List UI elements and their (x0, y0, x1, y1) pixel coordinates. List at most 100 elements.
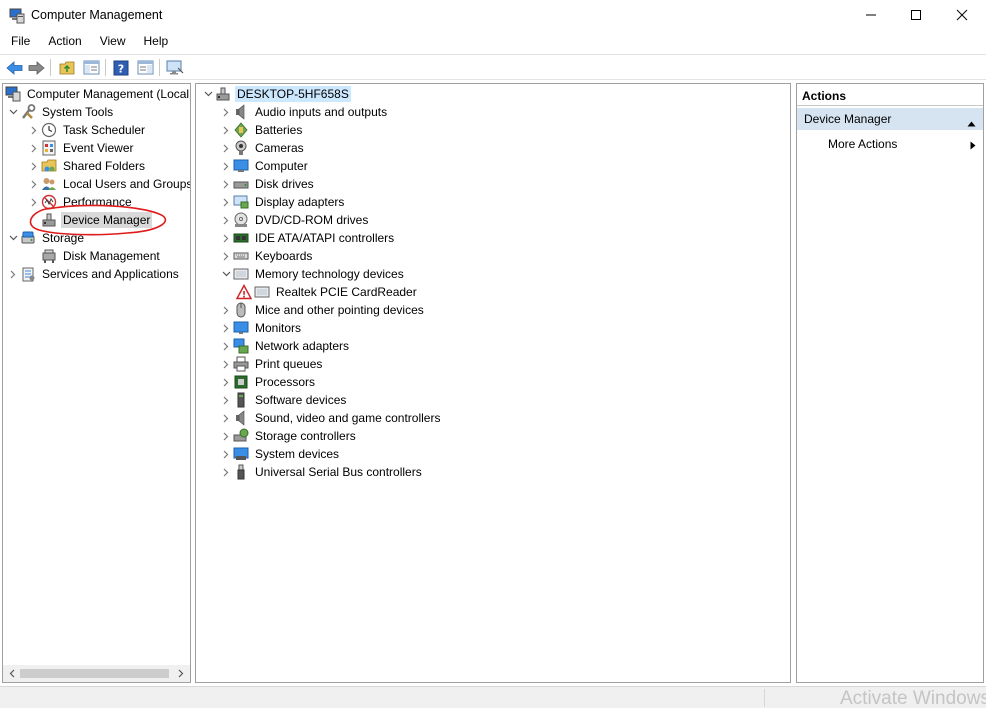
chevron-down-icon[interactable] (6, 229, 20, 247)
chevron-down-icon[interactable] (201, 85, 215, 103)
tree-item-services-and-applications[interactable]: Services and Applications (6, 265, 181, 283)
chevron-right-icon[interactable] (219, 445, 233, 463)
monitor-icon (233, 320, 249, 336)
horizontal-scrollbar[interactable] (3, 665, 190, 682)
storage-controller-icon (233, 428, 249, 444)
tree-item-disk-management[interactable]: Disk Management (27, 247, 162, 265)
collapse-up-icon[interactable] (967, 116, 976, 130)
memory-device-icon (254, 284, 270, 300)
chevron-right-icon[interactable] (6, 265, 20, 283)
device-category[interactable]: Keyboards (219, 247, 314, 265)
device-tree-pane[interactable]: DESKTOP-5HF658S Audio inputs and outputs… (195, 83, 791, 683)
chevron-right-icon[interactable] (219, 337, 233, 355)
chevron-right-icon[interactable] (219, 121, 233, 139)
device-category[interactable]: Display adapters (219, 193, 346, 211)
chevron-right-icon[interactable] (219, 175, 233, 193)
more-actions-item[interactable]: More Actions (828, 137, 897, 151)
device-category[interactable]: DVD/CD-ROM drives (219, 211, 370, 229)
device-category[interactable]: Mice and other pointing devices (219, 301, 426, 319)
back-arrow-icon[interactable] (4, 58, 24, 77)
chevron-down-icon[interactable] (6, 103, 20, 121)
chevron-right-icon[interactable] (219, 193, 233, 211)
menu-action[interactable]: Action (37, 32, 88, 52)
device-realtek-cardreader[interactable]: ! Realtek PCIE CardReader (236, 283, 419, 301)
chevron-right-icon[interactable] (219, 157, 233, 175)
chevron-right-icon[interactable] (219, 409, 233, 427)
chevron-down-icon[interactable] (219, 265, 233, 283)
forward-arrow-icon[interactable] (26, 58, 46, 77)
help-icon[interactable]: ? (111, 58, 131, 77)
device-category[interactable]: Cameras (219, 139, 306, 157)
menu-file[interactable]: File (0, 32, 37, 52)
chevron-right-icon[interactable] (219, 211, 233, 229)
tree-item-system-tools[interactable]: System Tools (6, 103, 115, 121)
tree-item-device-manager[interactable]: Device Manager (27, 211, 153, 229)
chevron-right-icon[interactable] (27, 175, 41, 193)
show-hide-tree-icon[interactable] (81, 58, 101, 77)
chevron-right-icon[interactable] (219, 247, 233, 265)
console-tree-pane[interactable]: Computer Management (Local System Tools … (2, 83, 191, 683)
device-category[interactable]: Disk drives (219, 175, 316, 193)
minimize-button[interactable] (848, 0, 894, 30)
chevron-right-icon[interactable] (219, 373, 233, 391)
chevron-right-icon[interactable] (219, 355, 233, 373)
scrollbar-thumb[interactable] (20, 669, 169, 678)
display-adapter-icon (233, 194, 249, 210)
tree-item-task-scheduler[interactable]: Task Scheduler (27, 121, 147, 139)
maximize-button[interactable] (893, 0, 939, 30)
device-category[interactable]: Processors (219, 373, 317, 391)
svg-text:!: ! (242, 291, 246, 301)
tree-item-shared-folders[interactable]: Shared Folders (27, 157, 147, 175)
chevron-right-icon[interactable] (219, 391, 233, 409)
monitor-icon[interactable] (165, 58, 185, 77)
tree-item-performance[interactable]: Performance (27, 193, 134, 211)
chevron-right-icon[interactable] (219, 229, 233, 247)
device-category[interactable]: Computer (219, 157, 310, 175)
chevron-right-icon[interactable] (27, 121, 41, 139)
chevron-right-icon[interactable] (27, 193, 41, 211)
sound-controller-icon (233, 410, 249, 426)
chevron-right-icon[interactable] (27, 157, 41, 175)
tree-item-storage[interactable]: Storage (6, 229, 86, 247)
shared-folder-icon (41, 158, 57, 174)
up-folder-icon[interactable] (57, 58, 77, 77)
device-category[interactable]: Monitors (219, 319, 303, 337)
tree-item-computer-management[interactable]: Computer Management (Local (5, 85, 190, 103)
show-hide-action-pane-icon[interactable] (135, 58, 155, 77)
chevron-right-icon[interactable] (27, 139, 41, 157)
disk-drive-icon (233, 176, 249, 192)
device-category[interactable]: Audio inputs and outputs (219, 103, 389, 121)
svg-text:?: ? (118, 62, 124, 75)
chevron-right-icon[interactable] (219, 427, 233, 445)
processor-icon (233, 374, 249, 390)
computer-management-icon (5, 86, 21, 102)
tree-item-event-viewer[interactable]: Event Viewer (27, 139, 135, 157)
menu-view[interactable]: View (89, 32, 133, 52)
device-category[interactable]: Sound, video and game controllers (219, 409, 442, 427)
scroll-left-icon[interactable] (6, 668, 18, 679)
device-category[interactable]: IDE ATA/ATAPI controllers (219, 229, 396, 247)
toolbar: ? (0, 54, 986, 80)
chevron-right-icon[interactable] (219, 103, 233, 121)
menu-help[interactable]: Help (133, 32, 176, 52)
chevron-right-icon[interactable] (219, 301, 233, 319)
scroll-right-icon[interactable] (175, 668, 187, 679)
performance-icon (41, 194, 57, 210)
chevron-right-icon[interactable] (219, 319, 233, 337)
device-category[interactable]: Storage controllers (219, 427, 358, 445)
device-category[interactable]: Print queues (219, 355, 324, 373)
submenu-arrow-icon[interactable] (970, 139, 976, 153)
device-category-expanded[interactable]: Memory technology devices (219, 265, 406, 283)
chevron-right-icon[interactable] (219, 463, 233, 481)
device-category[interactable]: Batteries (219, 121, 304, 139)
device-category[interactable]: Universal Serial Bus controllers (219, 463, 424, 481)
chevron-right-icon[interactable] (219, 139, 233, 157)
tree-item-local-users-and-groups[interactable]: Local Users and Groups (27, 175, 190, 193)
actions-section-device-manager[interactable]: Device Manager (797, 108, 983, 130)
close-button[interactable] (939, 0, 985, 30)
device-category[interactable]: Software devices (219, 391, 348, 409)
device-category[interactable]: System devices (219, 445, 341, 463)
device-category[interactable]: Network adapters (219, 337, 351, 355)
title-bar: Computer Management (0, 0, 986, 32)
device-root-desktop[interactable]: DESKTOP-5HF658S (201, 85, 351, 103)
